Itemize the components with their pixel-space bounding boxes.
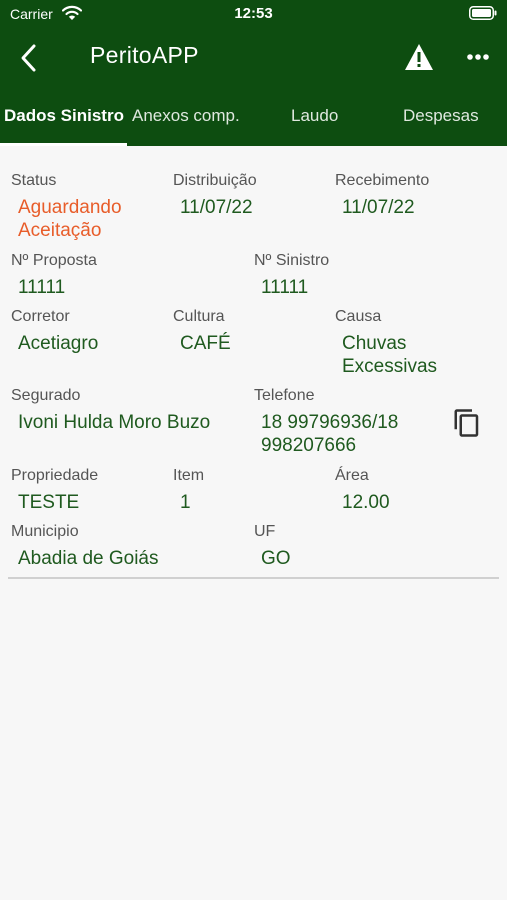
clock: 12:53 [234, 5, 273, 22]
recebimento-label: Recebimento [335, 172, 430, 189]
item-value: 1 [180, 492, 191, 513]
proposta-label: Nº Proposta [11, 252, 97, 269]
propriedade-label: Propriedade [11, 467, 99, 484]
tab-laudo[interactable]: Laudo [291, 106, 338, 126]
corretor-label: Corretor [11, 308, 70, 325]
proposta-value: 11111 [18, 277, 66, 298]
tab-dados-sinistro[interactable]: Dados Sinistro [4, 106, 124, 126]
tab-bar: Dados Sinistro Anexos comp. Laudo Despes… [0, 90, 507, 146]
cultura-value: CAFÉ [180, 333, 231, 354]
sinistro-value: 11111 [261, 277, 309, 298]
segurado-value: Ivoni Hulda Moro Buzo [18, 412, 211, 433]
area-value: 12.00 [342, 492, 390, 513]
battery-icon [469, 6, 497, 25]
more-options-button[interactable] [463, 46, 493, 68]
status-bar: Carrier 12:53 [0, 0, 507, 28]
distribuicao-label: Distribuição [173, 172, 257, 189]
status-value: Aguardando Aceitação [18, 197, 122, 241]
item-label: Item [173, 467, 205, 484]
causa-label: Causa [335, 308, 382, 325]
status-label: Status [11, 172, 57, 189]
app-bar: PeritoAPP [0, 28, 507, 90]
causa-value: Chuvas Excessivas [342, 333, 438, 377]
cultura-label: Cultura [173, 308, 225, 325]
warning-icon [405, 44, 433, 70]
back-button[interactable] [14, 42, 46, 74]
municipio-label: Municipio [11, 523, 79, 540]
section-divider [8, 577, 499, 579]
propriedade-value: TESTE [18, 492, 80, 513]
copy-icon [454, 409, 479, 437]
copy-phone-button[interactable] [452, 408, 482, 438]
telefone-value: 18 99796936/18 998207666 [261, 412, 399, 456]
tab-anexos[interactable]: Anexos comp. [132, 106, 240, 126]
warning-button[interactable] [404, 43, 434, 71]
corretor-value: Acetiagro [18, 333, 99, 354]
uf-label: UF [254, 523, 276, 540]
area-label: Área [335, 467, 369, 484]
segurado-label: Segurado [11, 387, 81, 404]
municipio-value: Abadia de Goiás [18, 548, 159, 569]
more-horizontal-icon [467, 54, 489, 60]
page-title: PeritoAPP [90, 42, 199, 68]
recebimento-value: 11/07/22 [342, 197, 415, 218]
distribuicao-value: 11/07/22 [180, 197, 253, 218]
telefone-label: Telefone [254, 387, 315, 404]
uf-value: GO [261, 548, 291, 569]
tab-despesas[interactable]: Despesas [403, 106, 479, 126]
chevron-left-icon [21, 44, 36, 72]
sinistro-label: Nº Sinistro [254, 252, 330, 269]
